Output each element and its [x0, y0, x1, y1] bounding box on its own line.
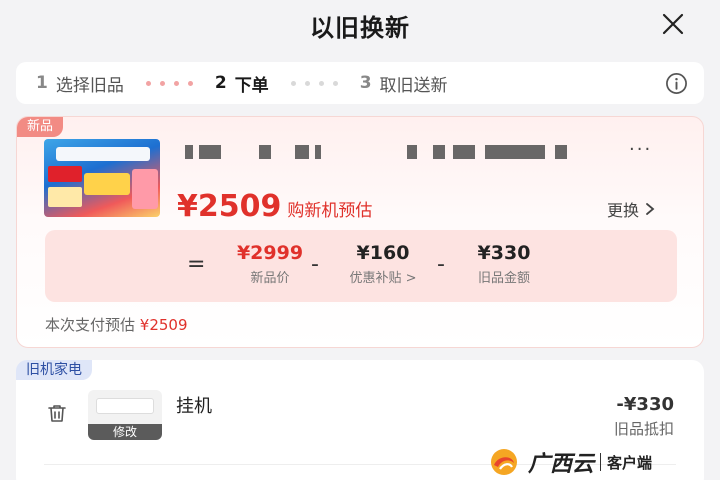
- step-order: 2 下单: [215, 71, 269, 96]
- more-options-button[interactable]: ···: [629, 139, 652, 160]
- new-price-column: ¥2999 新品价: [227, 242, 313, 286]
- old-value-column: ¥330 旧品金额: [461, 242, 547, 286]
- old-appliance-tag: 旧机家电: [16, 360, 92, 380]
- change-label: 更换: [607, 201, 640, 220]
- new-product-tag: 新品: [17, 117, 64, 137]
- new-price-estimate: ¥2509: [177, 189, 282, 224]
- guangxi-cloud-logo-icon: [491, 449, 517, 475]
- product-title-redacted: [185, 145, 585, 161]
- close-icon[interactable]: [660, 11, 686, 37]
- new-price-line: ¥2509 购新机预估: [177, 189, 372, 224]
- edit-button[interactable]: 修改: [88, 424, 162, 440]
- subsidy-value: ¥160: [356, 242, 410, 264]
- header: 以旧换新: [0, 0, 720, 50]
- old-appliance-name: 挂机: [176, 396, 212, 417]
- pay-estimate: 本次支付预估 ¥2509: [45, 314, 188, 335]
- subsidy-caption: 优惠补贴 >: [349, 271, 417, 286]
- product-image[interactable]: [44, 139, 160, 217]
- step-number: 1: [36, 73, 48, 93]
- old-deduct-label: 旧品抵扣: [613, 420, 674, 438]
- step-pickup-deliver: 3 取旧送新: [360, 71, 448, 96]
- step-connector: [290, 80, 338, 86]
- old-appliance-image[interactable]: 修改: [88, 390, 162, 440]
- divider: [600, 453, 602, 471]
- change-product-button[interactable]: 更换: [607, 197, 655, 221]
- equals-sign: =: [187, 252, 206, 277]
- watermark-brand: 广西云: [528, 451, 595, 477]
- subsidy-column[interactable]: ¥160 优惠补贴 >: [335, 242, 431, 286]
- step-number: 2: [214, 73, 227, 93]
- new-price-caption: 新品价: [250, 271, 290, 286]
- step-label: 取旧送新: [379, 75, 448, 96]
- new-product-card: 新品 ··· ¥2509 购新机预估 更换 = ¥2999 新品价 - ¥160…: [16, 116, 704, 348]
- chevron-right-icon: [646, 203, 655, 215]
- new-price-label: 购新机预估: [287, 201, 373, 221]
- minus-sign: -: [311, 252, 319, 277]
- page-title: 以旧换新: [310, 13, 410, 42]
- step-number: 3: [359, 73, 372, 93]
- trash-icon[interactable]: [46, 402, 68, 424]
- new-price-value: ¥2999: [236, 242, 304, 264]
- pay-estimate-label: 本次支付预估: [45, 316, 136, 334]
- old-appliance-price: -¥330: [616, 394, 674, 415]
- step-indicator: 1 选择旧品 2 下单 3 取旧送新: [16, 62, 704, 104]
- step-select-old: 1 选择旧品: [36, 71, 124, 96]
- old-value-caption: 旧品金额: [477, 271, 530, 286]
- minus-sign: -: [437, 252, 445, 277]
- step-connector: [145, 80, 193, 86]
- step-label: 选择旧品: [55, 75, 124, 96]
- watermark: 广西云 客户端: [486, 444, 720, 480]
- pay-estimate-value: ¥2509: [139, 316, 188, 334]
- info-icon[interactable]: [665, 72, 688, 95]
- watermark-client: 客户端: [607, 453, 653, 472]
- step-label: 下单: [234, 75, 269, 96]
- old-value: ¥330: [477, 242, 531, 264]
- price-breakdown: = ¥2999 新品价 - ¥160 优惠补贴 > - ¥330 旧品金额: [45, 230, 677, 302]
